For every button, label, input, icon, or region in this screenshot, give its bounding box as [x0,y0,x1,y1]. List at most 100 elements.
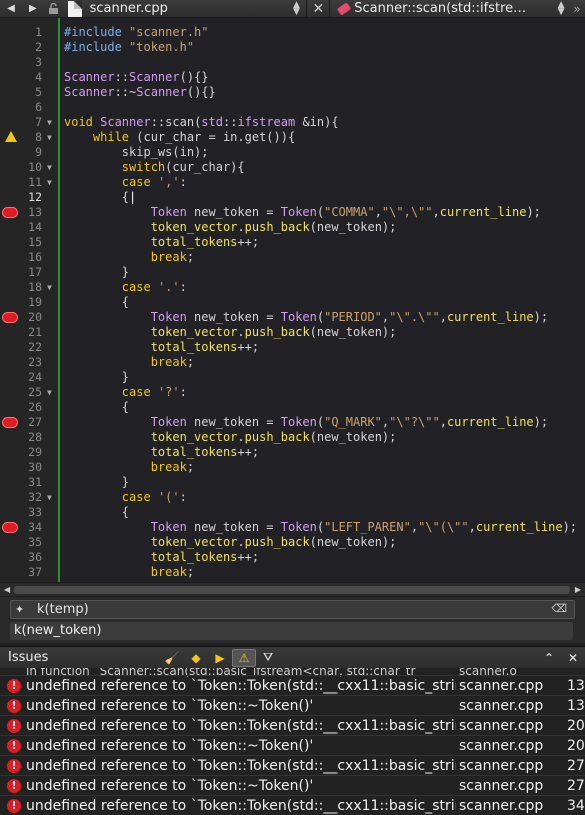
scroll-right-icon[interactable]: ▶ [575,585,581,594]
close-document-icon[interactable]: ✕ [309,1,327,17]
fold-toggle-icon[interactable]: ▼ [47,130,52,145]
issues-list[interactable]: in function `Scanner::scan(std::basic_if… [0,668,585,815]
code-line[interactable]: 11 ▼ case ',': [0,175,585,190]
code-line[interactable]: 16 break; [0,250,585,265]
locator-input[interactable]: k(temp) [10,600,575,619]
code-text: case '?': [121,385,187,399]
error-icon [7,676,21,696]
code-line[interactable]: 37 break; [0,565,585,580]
lock-icon[interactable] [44,0,64,18]
code-text: token_vector.push_back(new_token); [150,325,397,339]
code-line[interactable]: 3 [0,55,585,70]
error-icon [7,796,21,815]
fold-toggle-icon[interactable]: ▼ [47,175,52,190]
previous-issue-icon[interactable]: ◆ [184,649,208,667]
code-line[interactable]: 30 break; [0,460,585,475]
code-line[interactable]: 24 } [0,370,585,385]
symbol-list-updown-icon[interactable]: ▲ ▼ [553,0,569,16]
code-line[interactable]: 26 { [0,400,585,415]
toolbar-divider [329,0,331,18]
code-line[interactable]: 6 [0,100,585,115]
code-line[interactable]: 17 } [0,265,585,280]
code-text: total_tokens++; [150,550,260,564]
issue-row[interactable]: undefined reference to `Token::~Token()'… [0,696,585,716]
line-number: 34 [28,520,42,534]
issue-row[interactable]: undefined reference to `Token::Token(std… [0,716,585,736]
issue-line: 20 [567,738,585,754]
code-line[interactable]: 2 #include "token.h" [0,40,585,55]
code-line[interactable]: 32 ▼ case '(': [0,490,585,505]
locator-result-item[interactable]: k(new_token) [10,622,573,640]
issue-row[interactable]: undefined reference to `Token::Token(std… [0,676,585,696]
issue-divider [0,695,585,696]
code-line[interactable]: 29 total_tokens++; [0,445,585,460]
code-line[interactable]: 1 #include "scanner.h" [0,25,585,40]
code-line[interactable]: 7 ▼ void Scanner::scan(std::ifstream &in){ [0,115,585,130]
maximize-panel-icon[interactable]: ⌃ [537,649,561,667]
filter-icon[interactable]: ⛛ [256,649,280,667]
code-text: switch(cur_char){ [121,160,245,174]
code-line[interactable]: 9 skip_ws(in); [0,145,585,160]
issue-row[interactable]: undefined reference to `Token::~Token()'… [0,776,585,796]
issue-line: 27 [567,758,585,774]
code-line[interactable]: 27 Token new_token = Token("Q_MARK","\"?… [0,415,585,430]
code-line[interactable]: 8 ▼ while (cur_char = in.get()){ [0,130,585,145]
close-panel-icon[interactable]: ✕ [561,649,585,667]
next-issue-icon[interactable]: ▶ [208,649,232,667]
code-text: } [64,370,130,384]
line-number: 7 [35,115,42,129]
code-editor[interactable]: 1 #include "scanner.h" 2 #include "token.h"… [0,18,585,582]
back-arrow-icon[interactable]: ◀ [0,0,22,18]
fold-toggle-icon[interactable]: ▼ [47,160,52,175]
code-line[interactable]: 12 {| [0,190,585,205]
code-line[interactable]: 34 Token new_token = Token("LEFT_PAREN",… [0,520,585,535]
code-line[interactable]: 5 Scanner::~Scanner(){} [0,85,585,100]
code-text: while (cur_char = in.get()){ [92,130,296,144]
line-number: 30 [28,460,42,474]
code-line[interactable]: 36 total_tokens++; [0,550,585,565]
issue-row[interactable]: undefined reference to `Token::~Token()'… [0,736,585,756]
issue-line: 13 [567,698,585,714]
code-line[interactable]: 14 token_vector.push_back(new_token); [0,220,585,235]
code-text: {| [64,190,137,204]
code-line[interactable]: 33 { [0,505,585,520]
warnings-filter-icon[interactable]: ⚠ [232,648,256,667]
horizontal-scrollbar[interactable]: ◀ ▶ [0,582,585,596]
issue-row[interactable]: undefined reference to `Token::Token(std… [0,796,585,815]
issues-header: Issues 🧹 ◆ ▶ ⚠ ⛛ ⌃ ✕ [0,646,585,668]
code-line[interactable]: 31 } [0,475,585,490]
code-line[interactable]: 4 Scanner::Scanner(){} [0,70,585,85]
fold-toggle-icon[interactable]: ▼ [47,280,52,295]
issue-line: 34 [567,798,585,814]
search-filter-icon[interactable]: ✦ [15,603,29,616]
scrollbar-thumb[interactable] [14,586,570,594]
line-number: 4 [35,70,42,84]
scroll-left-icon[interactable]: ◀ [4,585,10,594]
code-line[interactable]: 19 { [0,295,585,310]
code-line[interactable]: 25 ▼ case '?': [0,385,585,400]
code-line[interactable]: 10 ▼ switch(cur_char){ [0,160,585,175]
fold-toggle-icon[interactable]: ▼ [47,385,52,400]
code-line[interactable]: 21 token_vector.push_back(new_token); [0,325,585,340]
clean-issues-icon[interactable]: 🧹 [160,649,184,667]
fold-toggle-icon[interactable]: ▼ [47,490,52,505]
more-chevron-icon[interactable]: » [569,2,585,16]
open-document-name[interactable]: scanner.cpp [90,1,289,16]
code-line[interactable]: 23 break; [0,355,585,370]
code-line[interactable]: 35 token_vector.push_back(new_token); [0,535,585,550]
file-icon [67,0,82,17]
code-line[interactable]: 20 Token new_token = Token("PERIOD","\".… [0,310,585,325]
code-line[interactable]: 18 ▼ case '.': [0,280,585,295]
issue-row[interactable]: undefined reference to `Token::Token(std… [0,756,585,776]
forward-arrow-icon[interactable]: ▶ [22,0,44,18]
document-list-updown-icon[interactable]: ▲ ▼ [288,0,304,16]
fold-toggle-icon[interactable]: ▼ [47,115,52,130]
code-line[interactable]: 22 total_tokens++; [0,340,585,355]
code-text: Token new_token = Token("PERIOD","\".\""… [150,310,549,324]
code-line[interactable]: 13 Token new_token = Token("COMMA","\",\… [0,205,585,220]
symbol-selector[interactable]: Scanner::scan(std::ifstre… [354,1,553,16]
code-line[interactable]: 15 total_tokens++; [0,235,585,250]
clear-input-icon[interactable]: ⌫ [551,602,567,615]
issue-line: 27 [567,778,585,794]
code-line[interactable]: 28 token_vector.push_back(new_token); [0,430,585,445]
